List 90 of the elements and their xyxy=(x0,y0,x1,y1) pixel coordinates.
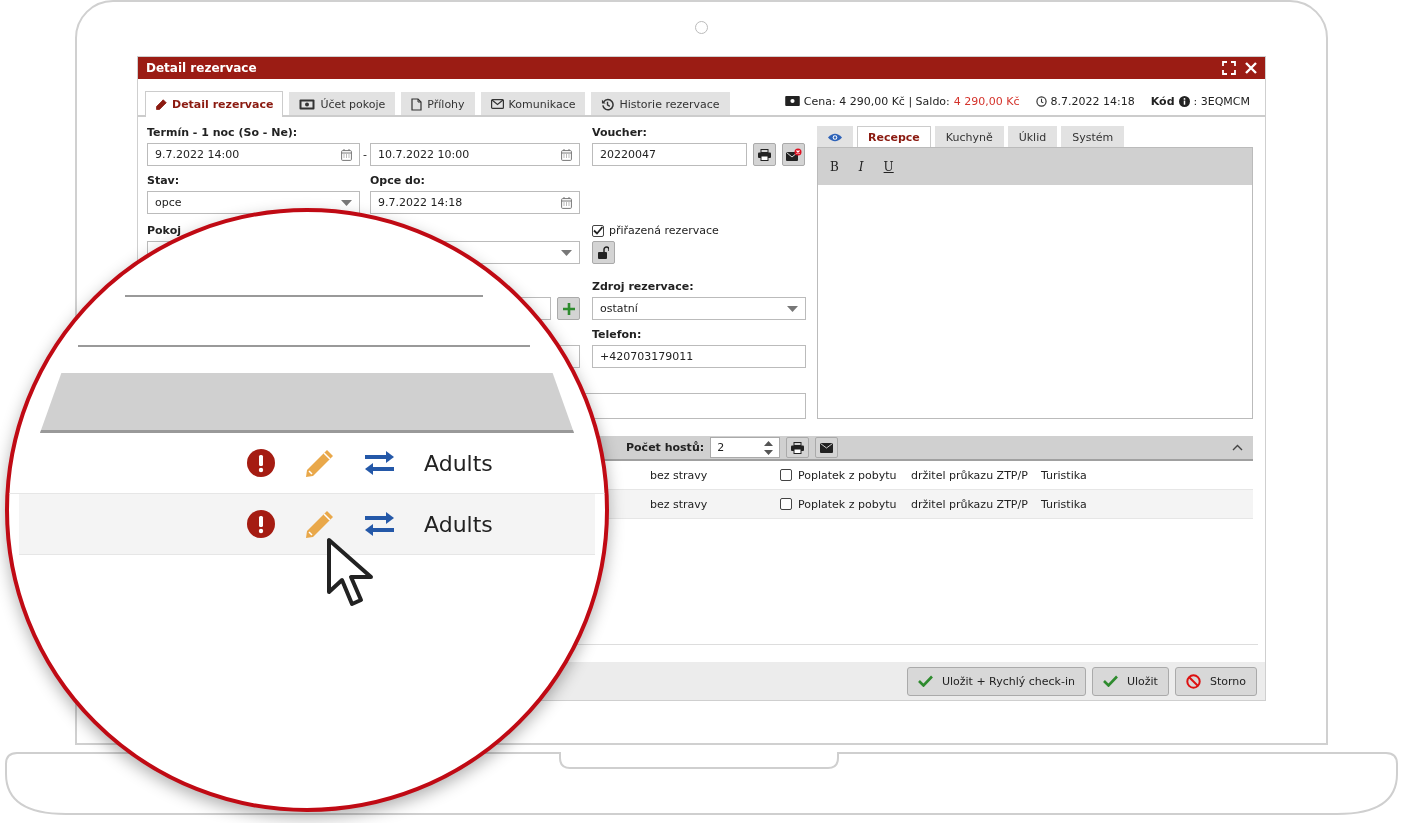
tab[interactable]: Detail rezervace xyxy=(145,91,284,117)
table-cell-text: držitel průkazu ZTP/P xyxy=(911,497,1029,511)
voucher-field[interactable]: 20220047 xyxy=(592,143,747,166)
format-button[interactable]: I xyxy=(858,159,864,174)
created-date: 8.7.2022 14:18 xyxy=(1050,94,1135,108)
swap-arrows-icon xyxy=(364,451,395,475)
envelope-icon xyxy=(820,442,834,453)
reservation-code: : 3EQMCM xyxy=(1193,94,1250,108)
tab[interactable]: Komunikace xyxy=(480,92,586,115)
checkbox-label: Poplatek z pobytu xyxy=(798,468,897,482)
field-label: Zdroj rezervace: xyxy=(592,280,695,295)
cancel-button[interactable]: Storno xyxy=(1174,666,1257,696)
guest-type: Adults xyxy=(424,511,493,537)
checkbox[interactable] xyxy=(780,469,792,481)
print-button[interactable] xyxy=(753,143,776,166)
checkbox[interactable] xyxy=(780,498,792,510)
date-separator: - xyxy=(362,147,368,161)
table-cell-text: bez stravy xyxy=(650,468,709,482)
close-icon xyxy=(1245,62,1257,74)
document-icon xyxy=(411,97,423,111)
alert-icon xyxy=(247,449,275,477)
printer-icon xyxy=(791,441,805,454)
envelope-icon xyxy=(490,99,504,109)
note-tab[interactable]: Úklid xyxy=(1007,126,1058,147)
dropdown-caret-icon xyxy=(561,249,572,256)
field-label: Stav: xyxy=(147,174,181,189)
tab[interactable]: Historie rezervace xyxy=(591,92,730,115)
fullscreen-icon xyxy=(1222,61,1236,75)
email-button[interactable] xyxy=(815,437,839,458)
pencil-icon xyxy=(304,508,335,540)
field-label: Opce do: xyxy=(370,174,426,189)
print-button[interactable] xyxy=(786,437,810,458)
table-cell-text: držitel průkazu ZTP/P xyxy=(911,468,1029,482)
calendar-icon xyxy=(561,196,572,209)
save-button[interactable]: Uložit xyxy=(1091,666,1169,696)
envelope-error-icon xyxy=(785,147,802,162)
note-tab[interactable]: Recepce xyxy=(857,126,931,147)
checkmark-icon xyxy=(1102,675,1118,687)
note-tab[interactable]: Kuchyně xyxy=(934,126,1004,147)
calendar-icon xyxy=(561,148,572,161)
format-button[interactable]: U xyxy=(883,159,894,174)
eye-icon xyxy=(828,132,842,142)
table-cell-text: Turistika xyxy=(1041,497,1088,511)
date-field[interactable]: 9.7.2022 14:00 xyxy=(147,143,360,166)
unlocked-padlock-icon xyxy=(598,246,609,259)
field-label: Termín - 1 noc (So - Ne): xyxy=(147,126,299,141)
guest-count-field[interactable]: 2 xyxy=(710,437,781,458)
date-field[interactable]: 10.7.2022 10:00 xyxy=(370,143,580,166)
field-label: Telefon: xyxy=(592,328,643,343)
checkbox-label: přiřazená rezervace xyxy=(609,224,719,237)
printer-icon xyxy=(758,148,771,161)
pencil-icon xyxy=(155,98,167,111)
banknote-icon xyxy=(784,96,800,106)
table-cell-text: Turistika xyxy=(1041,468,1088,482)
unlock-button[interactable] xyxy=(592,241,615,264)
spinner-arrows-icon xyxy=(764,440,774,455)
add-button[interactable] xyxy=(557,297,580,320)
plus-icon xyxy=(562,302,575,315)
pencil-icon xyxy=(304,447,335,479)
note-tab[interactable]: Systém xyxy=(1061,126,1125,147)
code-label: Kód xyxy=(1150,94,1175,108)
history-icon xyxy=(601,97,615,111)
checkbox-label: Poplatek z pobytu xyxy=(798,497,897,511)
checkmark-icon xyxy=(593,226,603,235)
swap-arrows-icon xyxy=(364,512,395,536)
chevron-up-icon xyxy=(1232,444,1243,451)
prohibited-icon xyxy=(1185,673,1201,689)
checkbox[interactable] xyxy=(592,224,604,237)
field-label: Pokoj xyxy=(147,224,182,239)
dropdown-caret-icon xyxy=(341,199,352,206)
window-title: Detail rezervace xyxy=(146,61,258,75)
checkmark-icon xyxy=(917,675,933,687)
balance-amount: 4 290,00 Kč xyxy=(953,94,1020,108)
field-label: Voucher: xyxy=(592,126,648,141)
guest-type: Adults xyxy=(424,450,493,476)
email-button[interactable] xyxy=(782,143,805,166)
dropdown-caret-icon xyxy=(787,305,798,312)
tab[interactable]: Účet pokoje xyxy=(289,92,396,115)
alert-icon xyxy=(247,510,275,538)
calendar-icon xyxy=(341,148,352,161)
info-icon xyxy=(1178,95,1190,107)
price-text: Cena: 4 290,00 Kč | Saldo: xyxy=(803,94,950,108)
banknote-icon xyxy=(299,98,316,110)
save-button[interactable]: Uložit + Rychlý check-in xyxy=(906,666,1086,696)
table-cell-text: bez stravy xyxy=(650,497,709,511)
note-tab[interactable] xyxy=(817,126,853,147)
clock-icon xyxy=(1035,95,1047,107)
tab[interactable]: Přílohy xyxy=(401,92,475,115)
format-button[interactable]: B xyxy=(830,159,839,174)
guest-count-label: Počet hostů: xyxy=(626,441,705,454)
